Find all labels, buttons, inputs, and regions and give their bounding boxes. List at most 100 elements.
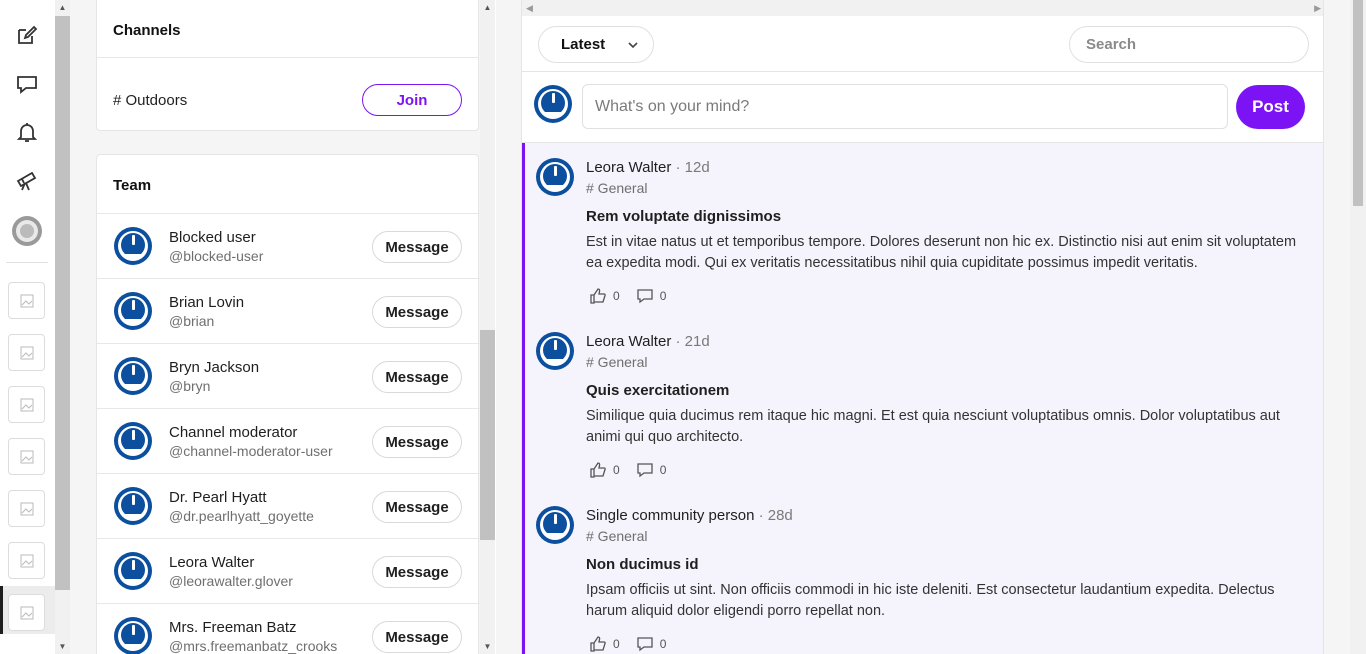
post-author-line: Leora Walter · 12d (586, 159, 710, 176)
chat-icon[interactable] (10, 67, 44, 101)
post-author[interactable]: Single community person (586, 507, 754, 524)
scroll-up-icon[interactable]: ▲ (55, 0, 70, 15)
member-name[interactable]: Dr. Pearl Hyatt (169, 489, 267, 506)
scroll-up-icon[interactable]: ▲ (480, 0, 495, 15)
search-input[interactable]: Search (1069, 26, 1309, 63)
team-member-row[interactable]: Blocked user @blocked-user Message (97, 213, 480, 278)
avatar[interactable] (113, 616, 153, 654)
post-body: Ipsam officiis ut sint. Non officiis com… (586, 582, 1275, 619)
comment-icon[interactable] (636, 461, 654, 479)
member-name[interactable]: Blocked user (169, 229, 256, 246)
message-button[interactable]: Message (372, 556, 462, 588)
avatar[interactable] (535, 331, 575, 376)
post-card[interactable]: Leora Walter · 21d # General Quis exercita… (522, 317, 1323, 491)
post-channel[interactable]: # General (586, 354, 647, 370)
rail-scrollbar-thumb[interactable] (55, 16, 70, 590)
avatar[interactable] (113, 356, 153, 401)
community-thumbnail[interactable] (8, 542, 45, 579)
avatar (533, 84, 573, 129)
post-author[interactable]: Leora Walter (586, 333, 671, 350)
member-name[interactable]: Channel moderator (169, 424, 297, 441)
channel-name: # Outdoors (113, 92, 188, 109)
team-member-row[interactable]: Mrs. Freeman Batz @mrs.freemanbatz_crooks… (97, 603, 480, 654)
post-body: Est in vitae natus ut et temporibus temp… (586, 234, 1297, 271)
comment-icon[interactable] (636, 635, 654, 653)
page-scrollbar[interactable] (1350, 0, 1366, 654)
post-body: Similique quia ducimus rem itaque hic ma… (586, 408, 1280, 445)
community-thumbnail[interactable] (8, 282, 45, 319)
avatar[interactable] (113, 486, 153, 531)
avatar[interactable] (113, 421, 153, 466)
avatar[interactable] (535, 505, 575, 550)
post-timestamp: · 28d (754, 507, 793, 524)
compose-icon[interactable] (10, 19, 44, 53)
channel-row-outdoors[interactable]: # Outdoors Join (97, 68, 480, 132)
message-button[interactable]: Message (372, 296, 462, 328)
post-channel[interactable]: # General (586, 180, 647, 196)
avatar[interactable] (113, 226, 153, 271)
broken-image-icon (20, 294, 33, 307)
scroll-down-icon[interactable]: ▼ (480, 639, 495, 654)
message-button[interactable]: Message (372, 426, 462, 458)
member-handle: @mrs.freemanbatz_crooks (169, 638, 338, 654)
post-author-line: Single community person · 28d (586, 507, 793, 524)
user-avatar[interactable] (10, 214, 44, 248)
community-thumbnail[interactable] (8, 334, 45, 371)
message-button[interactable]: Message (372, 491, 462, 523)
avatar[interactable] (535, 157, 575, 202)
avatar[interactable] (113, 551, 153, 596)
post-button[interactable]: Post (1236, 85, 1305, 129)
sort-dropdown[interactable]: Latest (538, 26, 654, 63)
member-name[interactable]: Mrs. Freeman Batz (169, 619, 297, 636)
post-title[interactable]: Rem voluptate dignissimos (586, 208, 781, 225)
post-title[interactable]: Non ducimus id (586, 556, 699, 573)
like-icon[interactable] (589, 287, 607, 305)
message-button[interactable]: Message (372, 361, 462, 393)
page-scrollbar-thumb[interactable] (1353, 0, 1363, 206)
like-icon[interactable] (589, 635, 607, 653)
post-channel[interactable]: # General (586, 528, 647, 544)
community-thumbnail[interactable] (8, 490, 45, 527)
comment-icon[interactable] (636, 287, 654, 305)
horizontal-scrollbar[interactable]: ◀ ▶ (522, 0, 1323, 16)
scroll-right-icon[interactable]: ▶ (1314, 0, 1321, 16)
message-button[interactable]: Message (372, 621, 462, 653)
team-member-row[interactable]: Dr. Pearl Hyatt @dr.pearlhyatt_goyette Mes… (97, 473, 480, 538)
member-name[interactable]: Brian Lovin (169, 294, 244, 311)
avatar[interactable] (113, 291, 153, 336)
sidebar-scrollbar[interactable]: ▲ ▼ (480, 0, 495, 654)
post-card[interactable]: Single community person · 28d # General No… (522, 491, 1323, 654)
join-button[interactable]: Join (362, 84, 462, 116)
community-thumbnail[interactable] (8, 438, 45, 475)
member-handle: @leorawalter.glover (169, 573, 293, 589)
like-icon[interactable] (589, 461, 607, 479)
chevron-down-icon (628, 42, 638, 49)
channels-card: Channels # Outdoors Join (96, 0, 479, 131)
post-title[interactable]: Quis exercitationem (586, 382, 729, 399)
post-composer-input[interactable]: What's on your mind? (582, 84, 1228, 129)
rail-scrollbar[interactable]: ▲ ▼ (55, 0, 70, 654)
bell-icon[interactable] (10, 115, 44, 149)
community-thumbnail[interactable] (8, 594, 45, 631)
astronaut-avatar-icon (534, 85, 572, 123)
scroll-left-icon[interactable]: ◀ (526, 0, 533, 16)
member-name[interactable]: Leora Walter (169, 554, 254, 571)
like-count: 0 (613, 463, 620, 477)
team-member-row[interactable]: Bryn Jackson @bryn Message (97, 343, 480, 408)
post-actions: 00 (589, 635, 682, 653)
team-member-row[interactable]: Channel moderator @channel-moderator-user… (97, 408, 480, 473)
sidebar-scrollbar-thumb[interactable] (480, 330, 495, 540)
community-thumbnail[interactable] (8, 386, 45, 423)
broken-image-icon (20, 606, 33, 619)
post-author[interactable]: Leora Walter (586, 159, 671, 176)
message-button[interactable]: Message (372, 231, 462, 263)
member-name[interactable]: Bryn Jackson (169, 359, 259, 376)
team-member-row[interactable]: Brian Lovin @brian Message (97, 278, 480, 343)
scroll-down-icon[interactable]: ▼ (55, 639, 70, 654)
team-member-row[interactable]: Leora Walter @leorawalter.glover Message (97, 538, 480, 603)
telescope-icon[interactable] (10, 163, 44, 197)
post-card[interactable]: Leora Walter · 12d # General Rem voluptate… (522, 143, 1323, 317)
comment-count: 0 (659, 289, 667, 303)
member-handle: @channel-moderator-user (169, 443, 333, 459)
sidebar-panel: Channels # Outdoors Join Team Blocked us… (70, 0, 480, 654)
